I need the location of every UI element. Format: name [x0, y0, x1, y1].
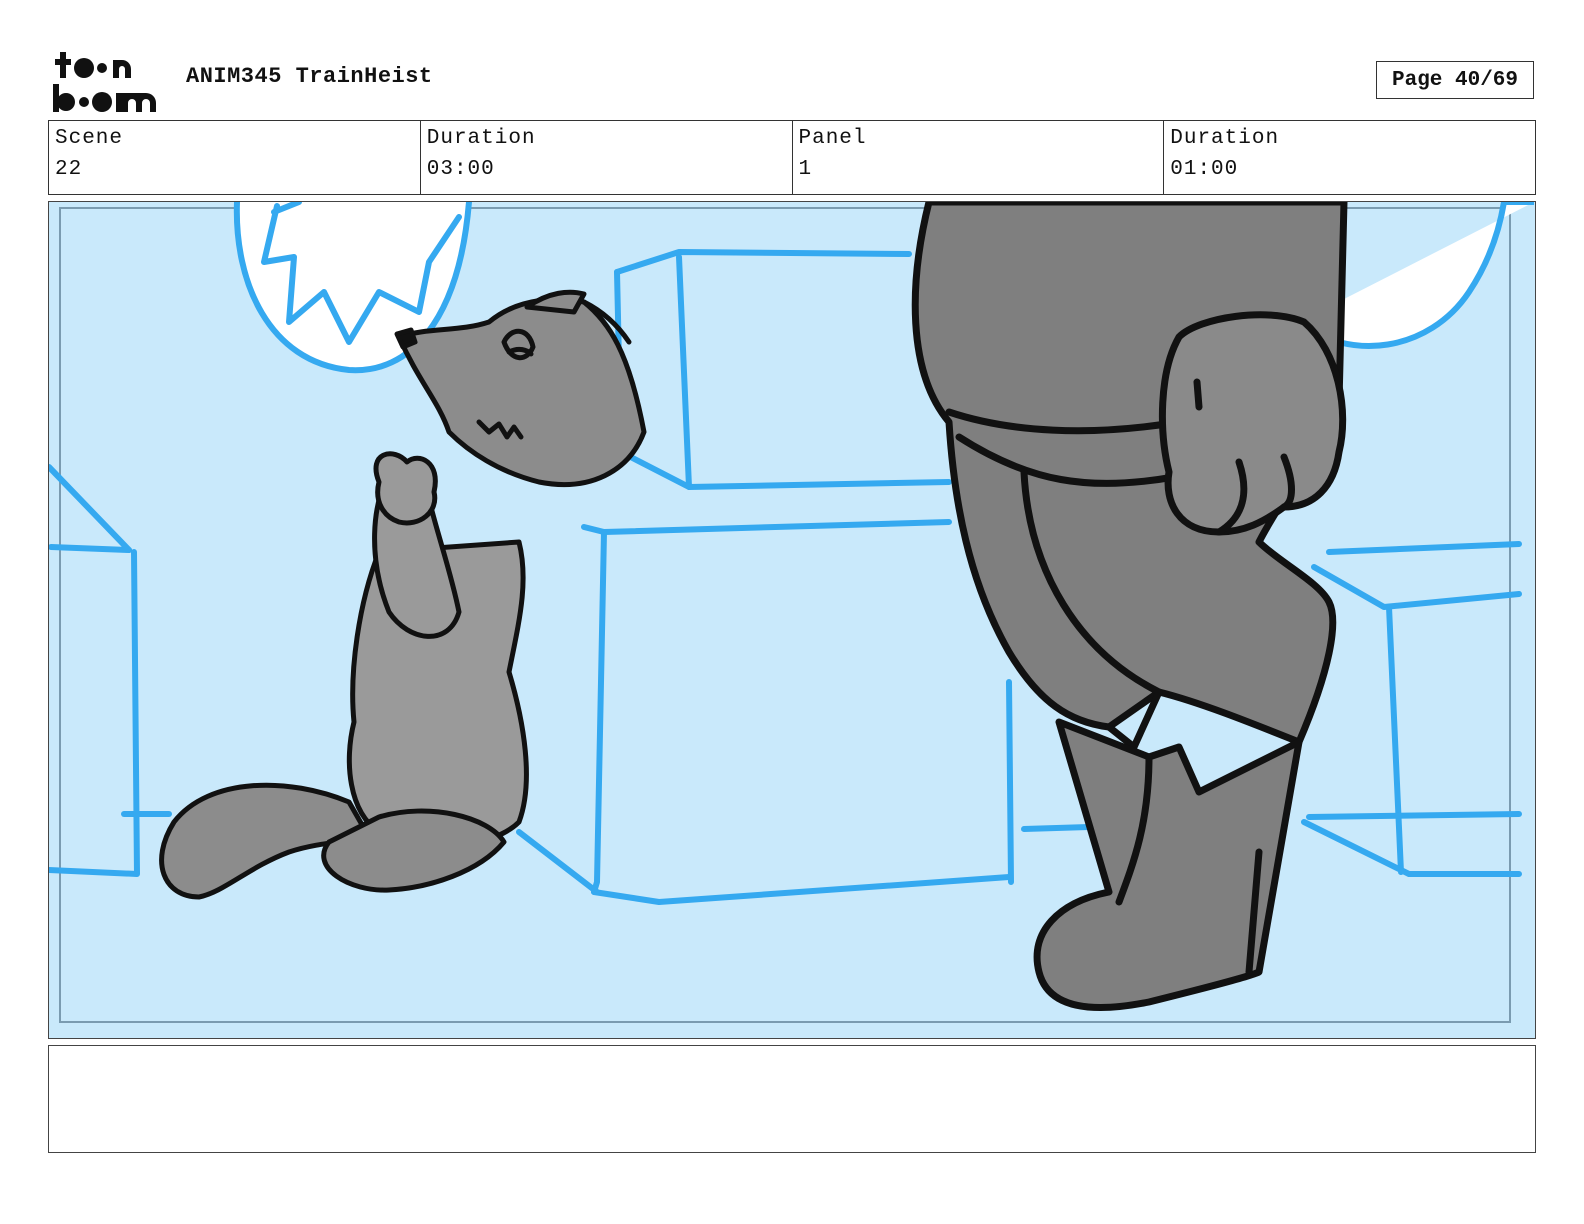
panel-cell: Panel 1: [793, 121, 1165, 194]
scene-value: 22: [55, 158, 83, 181]
project-title: ANIM345 TrainHeist: [186, 64, 433, 89]
panel-duration-value: 01:00: [1170, 158, 1239, 181]
toon-boom-logo: [53, 52, 156, 112]
scene-duration-cell: Duration 03:00: [421, 121, 793, 194]
panel-duration-label: Duration: [1170, 127, 1280, 150]
page-number: Page 40/69: [1376, 61, 1534, 99]
scene-duration-value: 03:00: [426, 158, 495, 181]
scene-info-table: Scene 22 Duration 03:00 Panel 1 Duration…: [48, 120, 1536, 195]
storyboard-panel: [48, 201, 1536, 1039]
scene-label: Scene: [55, 127, 124, 150]
panel-duration-cell: Duration 01:00: [1164, 121, 1535, 194]
panel-drawing: [49, 202, 1534, 1037]
scene-cell: Scene 22: [49, 121, 421, 194]
panel-notes-box[interactable]: [48, 1045, 1536, 1153]
panel-value: 1: [798, 158, 813, 181]
panel-label: Panel: [798, 127, 867, 150]
scene-duration-label: Duration: [426, 127, 536, 150]
